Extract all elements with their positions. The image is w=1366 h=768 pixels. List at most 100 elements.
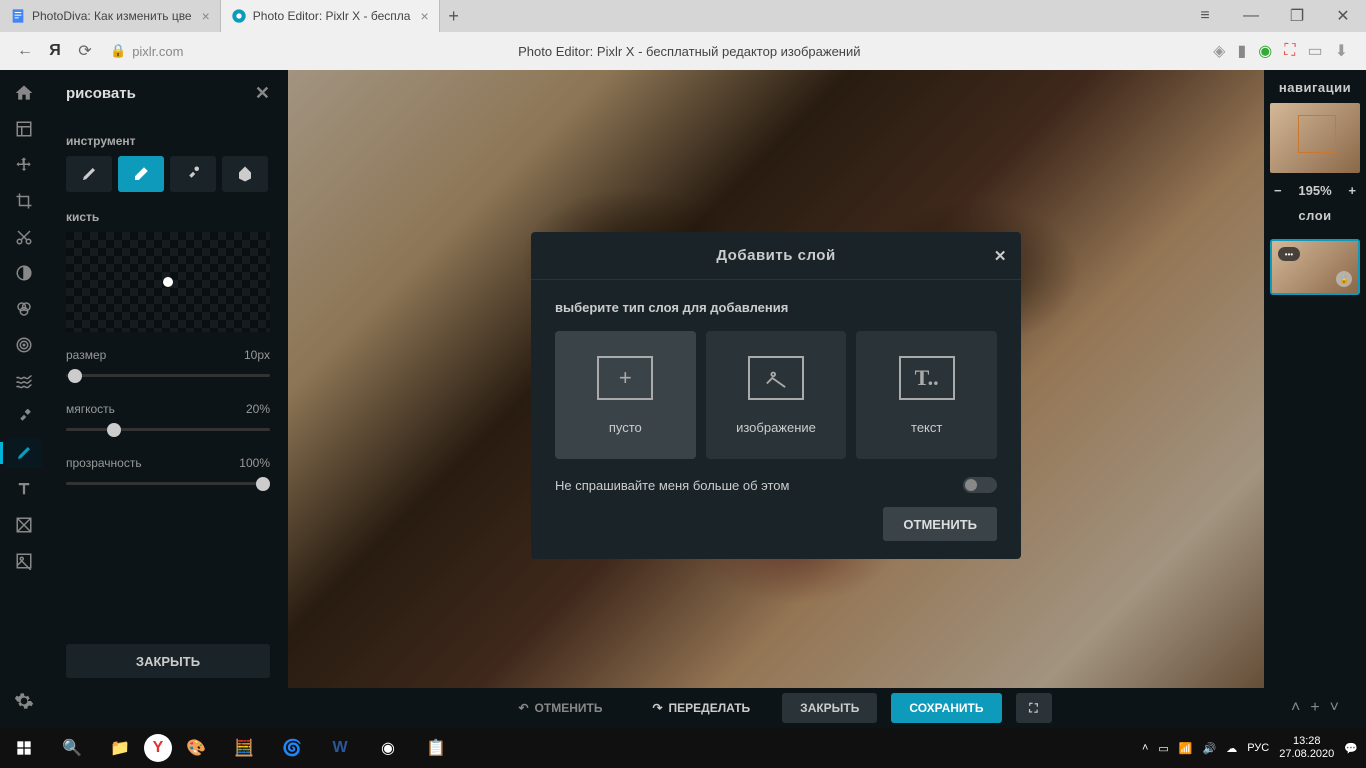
brush-tool[interactable] <box>170 156 216 192</box>
eraser-tool[interactable] <box>118 156 164 192</box>
tab-1[interactable]: Photo Editor: Pixlr X - беспла × <box>221 0 440 32</box>
pencil-tool[interactable] <box>66 156 112 192</box>
brush-preview[interactable] <box>66 232 270 332</box>
draw-icon[interactable] <box>6 438 42 468</box>
layer-nav: ˄ + ˅ <box>1264 688 1366 728</box>
zoom-out-button[interactable]: − <box>1274 183 1282 198</box>
navigator-header: навигации <box>1270 70 1360 103</box>
paint-icon[interactable]: 🎨 <box>172 728 220 768</box>
home-icon[interactable] <box>6 78 42 108</box>
dontask-toggle[interactable] <box>963 477 997 493</box>
tab-close-icon[interactable]: × <box>202 8 210 24</box>
shape-icon[interactable] <box>6 510 42 540</box>
blur-icon[interactable] <box>6 330 42 360</box>
liquify-icon[interactable] <box>6 366 42 396</box>
modal-title: Добавить слой <box>716 247 835 264</box>
layer-text-card[interactable]: T.. текст <box>856 331 997 459</box>
tab-title: Photo Editor: Pixlr X - беспла <box>253 9 411 23</box>
layer-image-card[interactable]: изображение <box>706 331 847 459</box>
picture-icon <box>748 356 804 400</box>
heal-icon[interactable] <box>6 402 42 432</box>
start-button[interactable] <box>0 728 48 768</box>
minimize-icon[interactable]: — <box>1228 0 1274 32</box>
calc-icon[interactable]: 🧮 <box>220 728 268 768</box>
zoom-value: 195% <box>1298 183 1331 198</box>
reload-button[interactable]: ⟳ <box>70 36 100 66</box>
size-slider[interactable] <box>66 366 270 386</box>
lang-indicator[interactable]: РУС <box>1247 742 1269 754</box>
layer-empty-card[interactable]: + пусто <box>555 331 696 459</box>
taskbar-clock[interactable]: 13:28 27.08.2020 <box>1279 735 1334 761</box>
volume-icon[interactable]: 🔊 <box>1203 742 1217 755</box>
opacity-slider[interactable] <box>66 474 270 494</box>
layer-up-icon[interactable]: ˄ <box>1291 699 1300 717</box>
layer-menu-icon[interactable]: ••• <box>1278 247 1300 261</box>
doc-icon <box>10 8 26 24</box>
close-panel-button[interactable]: ЗАКРЫТЬ <box>66 644 270 678</box>
layer-thumbnail[interactable]: ••• 🔒 <box>1270 239 1360 295</box>
zoom-in-button[interactable]: + <box>1348 183 1356 198</box>
settings-icon[interactable] <box>6 686 42 716</box>
pixlr-icon <box>231 8 247 24</box>
tag-icon[interactable]: ◈ <box>1213 41 1225 61</box>
maximize-icon[interactable]: ❐ <box>1274 0 1320 32</box>
image-icon[interactable] <box>6 546 42 576</box>
notifications-icon[interactable]: 💬 <box>1344 742 1358 755</box>
cancel-button[interactable]: ОТМЕНИТЬ <box>883 507 997 541</box>
redo-button[interactable]: ↷ ПЕРЕДЕЛАТЬ <box>634 693 768 723</box>
lock-icon[interactable]: 🔒 <box>1336 271 1352 287</box>
close-button[interactable]: ЗАКРЫТЬ <box>782 693 877 723</box>
notes-icon[interactable]: 📋 <box>412 728 460 768</box>
close-window-icon[interactable]: ✕ <box>1320 0 1366 32</box>
yandex-app-icon[interactable]: Y <box>144 734 172 762</box>
cut-icon[interactable] <box>6 222 42 252</box>
page-title: Photo Editor: Pixlr X - бесплатный редак… <box>183 44 1195 59</box>
layout-icon[interactable] <box>6 114 42 144</box>
tab-0[interactable]: PhotoDiva: Как изменить цве × <box>0 0 221 32</box>
move-icon[interactable] <box>6 150 42 180</box>
canvas-area: 1332 x 850 px @ 195% Добавить слой ✕ выб… <box>288 70 1264 728</box>
draw-panel: рисовать ✕ инструмент кисть размер10px м… <box>48 70 288 728</box>
soft-slider[interactable] <box>66 420 270 440</box>
app-icon[interactable]: 🌀 <box>268 728 316 768</box>
filter-icon[interactable] <box>6 294 42 324</box>
menu-icon[interactable]: ≡ <box>1182 0 1228 32</box>
tray-chevron-icon[interactable]: ˄ <box>1142 742 1148 754</box>
new-tab-button[interactable]: + <box>440 6 468 27</box>
explorer-icon[interactable]: 📁 <box>96 728 144 768</box>
add-layer-icon[interactable]: + <box>1310 699 1319 717</box>
fill-tool[interactable] <box>222 156 268 192</box>
expand-icon[interactable]: ⛶ <box>1284 42 1295 60</box>
text-icon[interactable] <box>6 474 42 504</box>
cloud-icon[interactable]: ☁ <box>1226 742 1237 755</box>
layer-down-icon[interactable]: ˅ <box>1330 699 1339 717</box>
battery-tray-icon[interactable]: ▭ <box>1158 742 1168 755</box>
panel-title: рисовать <box>66 85 136 102</box>
word-icon[interactable]: W <box>316 728 364 768</box>
save-button[interactable]: СОХРАНИТЬ <box>891 693 1001 723</box>
text-card-icon: T.. <box>899 356 955 400</box>
navigator-thumbnail[interactable] <box>1270 103 1360 173</box>
yandex-icon[interactable]: Я <box>40 36 70 66</box>
download-icon[interactable]: ⬇ <box>1335 41 1348 61</box>
back-button[interactable]: ← <box>10 36 40 66</box>
url-text: pixlr.com <box>132 44 183 59</box>
adjust-icon[interactable] <box>6 258 42 288</box>
opacity-label: прозрачность <box>66 456 142 470</box>
wifi-icon[interactable]: 📶 <box>1179 742 1193 755</box>
right-panel: навигации − 195% + слои ••• 🔒 <box>1264 70 1366 728</box>
undo-button[interactable]: ↶ ОТМЕНИТЬ <box>500 693 620 723</box>
bookmark-icon[interactable]: ▮ <box>1237 41 1246 61</box>
url-bar[interactable]: 🔒 pixlr.com Photo Editor: Pixlr X - бесп… <box>100 37 1205 65</box>
search-icon[interactable]: 🔍 <box>48 728 96 768</box>
shield-icon[interactable]: ◉ <box>1258 41 1272 61</box>
tab-close-icon[interactable]: × <box>420 8 428 24</box>
battery-icon[interactable]: ▭ <box>1307 41 1322 61</box>
fullscreen-icon[interactable]: ⛶ <box>1016 693 1052 723</box>
close-panel-icon[interactable]: ✕ <box>255 83 270 104</box>
size-label: размер <box>66 348 106 362</box>
brush-section-label: кисть <box>66 210 270 224</box>
app2-icon[interactable]: ◉ <box>364 728 412 768</box>
crop-icon[interactable] <box>6 186 42 216</box>
modal-close-icon[interactable]: ✕ <box>994 247 1007 265</box>
